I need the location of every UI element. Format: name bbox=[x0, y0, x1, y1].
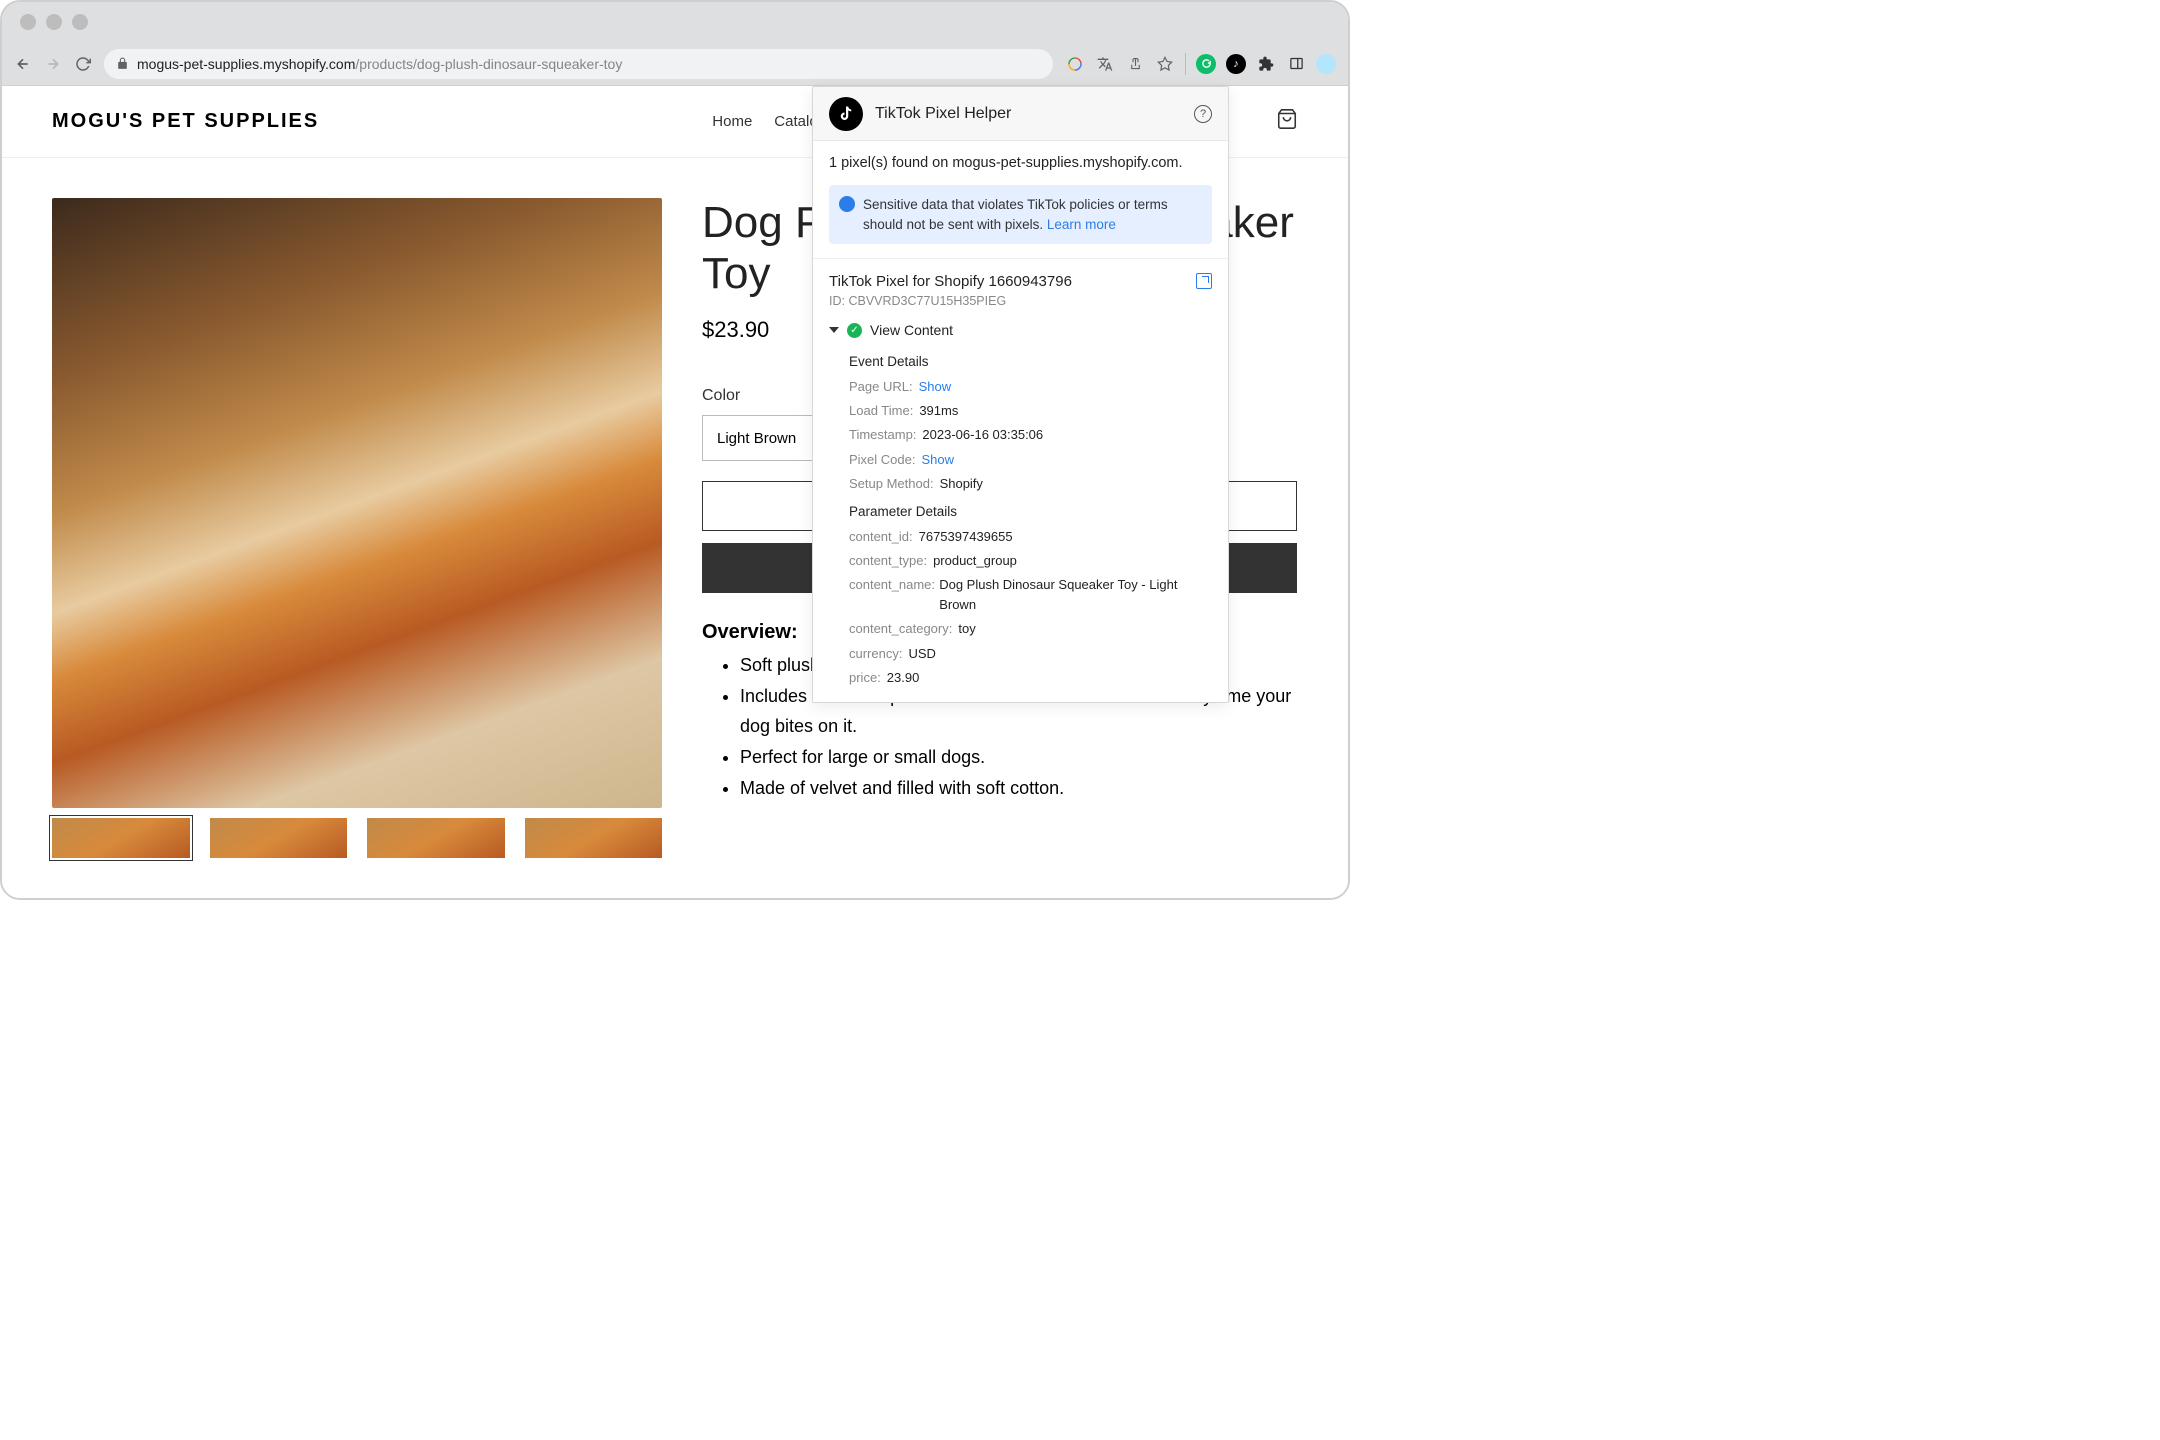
lock-icon bbox=[116, 57, 129, 70]
currency-value: USD bbox=[908, 644, 935, 664]
content-category-value: toy bbox=[958, 619, 975, 639]
window-minimize[interactable] bbox=[46, 14, 62, 30]
event-toggle[interactable]: ✓ View Content bbox=[813, 318, 1228, 346]
page-url-show[interactable]: Show bbox=[919, 377, 952, 397]
thumbnail[interactable] bbox=[210, 818, 348, 858]
pixel-code-label: Pixel Code: bbox=[849, 450, 915, 470]
content-name-value: Dog Plush Dinosaur Squeaker Toy - Light … bbox=[939, 575, 1212, 615]
caret-down-icon bbox=[829, 327, 839, 333]
nav-home[interactable]: Home bbox=[712, 113, 752, 130]
content-name-label: content_name: bbox=[849, 575, 933, 615]
ext-title: TikTok Pixel Helper bbox=[875, 105, 1182, 123]
thumbnail[interactable] bbox=[52, 818, 190, 858]
translate-icon[interactable] bbox=[1095, 54, 1115, 74]
product-main-image[interactable] bbox=[52, 198, 662, 808]
tiktok-ext-icon[interactable]: ♪ bbox=[1226, 54, 1246, 74]
product-gallery bbox=[52, 198, 662, 858]
url-text: mogus-pet-supplies.myshopify.com/product… bbox=[137, 56, 622, 72]
setup-method-label: Setup Method: bbox=[849, 474, 934, 494]
parameter-details-heading: Parameter Details bbox=[813, 496, 1228, 525]
window-titlebar bbox=[2, 2, 1348, 42]
extensions-icon[interactable] bbox=[1256, 54, 1276, 74]
google-icon[interactable] bbox=[1065, 54, 1085, 74]
alert-text: Sensitive data that violates TikTok poli… bbox=[863, 197, 1168, 232]
list-item: Made of velvet and filled with soft cott… bbox=[740, 773, 1298, 804]
pixels-found-text: 1 pixel(s) found on mogus-pet-supplies.m… bbox=[829, 155, 1212, 171]
pixel-id-value: CBVVRD3C77U15H35PIEG bbox=[848, 294, 1006, 308]
setup-method-value: Shopify bbox=[940, 474, 983, 494]
forward-button[interactable] bbox=[44, 55, 62, 73]
pixel-id-label: ID: bbox=[829, 294, 845, 308]
profile-avatar[interactable] bbox=[1316, 54, 1336, 74]
tiktok-logo-icon bbox=[829, 97, 863, 131]
address-bar[interactable]: mogus-pet-supplies.myshopify.com/product… bbox=[104, 49, 1053, 79]
content-id-label: content_id: bbox=[849, 527, 913, 547]
price-value: 23.90 bbox=[887, 668, 920, 688]
browser-toolbar: mogus-pet-supplies.myshopify.com/product… bbox=[2, 42, 1348, 86]
thumbnail[interactable] bbox=[525, 818, 663, 858]
window-close[interactable] bbox=[20, 14, 36, 30]
timestamp-value: 2023-06-16 03:35:06 bbox=[922, 425, 1043, 445]
help-icon[interactable]: ? bbox=[1194, 105, 1212, 123]
content-type-label: content_type: bbox=[849, 551, 927, 571]
content-category-label: content_category: bbox=[849, 619, 952, 639]
sensitive-data-alert: Sensitive data that violates TikTok poli… bbox=[829, 185, 1212, 244]
tiktok-pixel-helper-popup: TikTok Pixel Helper ? 1 pixel(s) found o… bbox=[812, 86, 1229, 703]
content-id-value: 7675397439655 bbox=[919, 527, 1013, 547]
list-item: Perfect for large or small dogs. bbox=[740, 742, 1298, 773]
timestamp-label: Timestamp: bbox=[849, 425, 916, 445]
brand-logo[interactable]: MOGU'S PET SUPPLIES bbox=[52, 110, 319, 133]
cart-icon[interactable] bbox=[1276, 108, 1298, 135]
page-url-label: Page URL: bbox=[849, 377, 913, 397]
thumbnail[interactable] bbox=[367, 818, 505, 858]
option-value: Light Brown bbox=[717, 430, 796, 447]
load-time-label: Load Time: bbox=[849, 401, 913, 421]
external-link-icon[interactable] bbox=[1196, 273, 1212, 289]
share-icon[interactable] bbox=[1125, 54, 1145, 74]
back-button[interactable] bbox=[14, 55, 32, 73]
pixel-code-show[interactable]: Show bbox=[921, 450, 954, 470]
grammarly-ext-icon[interactable] bbox=[1196, 54, 1216, 74]
reload-button[interactable] bbox=[74, 55, 92, 73]
content-type-value: product_group bbox=[933, 551, 1017, 571]
check-icon: ✓ bbox=[847, 323, 862, 338]
sidepanel-icon[interactable] bbox=[1286, 54, 1306, 74]
window-maximize[interactable] bbox=[72, 14, 88, 30]
learn-more-link[interactable]: Learn more bbox=[1047, 217, 1116, 232]
load-time-value: 391ms bbox=[919, 401, 958, 421]
event-details-heading: Event Details bbox=[813, 346, 1228, 375]
price-label: price: bbox=[849, 668, 881, 688]
pixel-title: TikTok Pixel for Shopify 1660943796 bbox=[829, 273, 1072, 290]
bookmark-icon[interactable] bbox=[1155, 54, 1175, 74]
currency-label: currency: bbox=[849, 644, 902, 664]
event-name: View Content bbox=[870, 322, 953, 338]
